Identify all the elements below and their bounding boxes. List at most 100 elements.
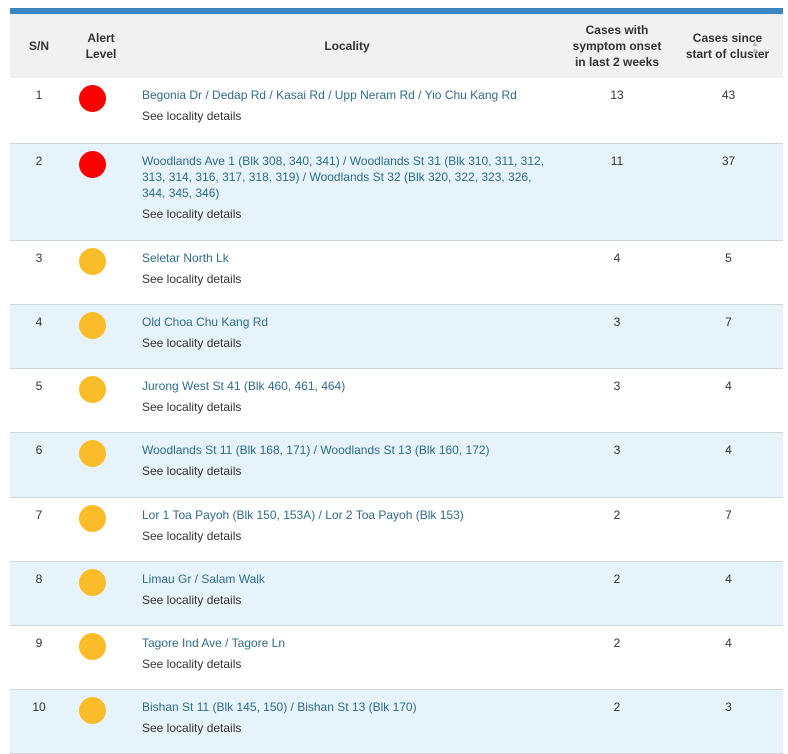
cases-total: 4 [674, 368, 783, 433]
locality-cell: Jurong West St 41 (Blk 460, 461, 464) See… [134, 368, 560, 433]
cases-total: 7 [674, 497, 783, 562]
alert-level-indicator [79, 439, 106, 467]
locality-name: Woodlands Ave 1 (Blk 308, 340, 341) / Wo… [142, 153, 545, 200]
row-sn: 7 [10, 497, 68, 562]
alert-cell [68, 497, 134, 562]
see-locality-details-link[interactable]: See locality details [142, 720, 552, 736]
cases-2-weeks: 3 [560, 304, 674, 369]
cases-total: 4 [674, 432, 783, 498]
locality-cell: Tagore Ind Ave / Tagore Ln See locality d… [134, 625, 560, 690]
cases-2-weeks: 2 [560, 689, 674, 754]
row-sn: 6 [10, 432, 68, 498]
cases-2-weeks: 2 [560, 561, 674, 626]
locality-cell: Begonia Dr / Dedap Rd / Kasai Rd / Upp N… [134, 78, 560, 144]
cases-2-weeks: 3 [560, 432, 674, 498]
alert-cell [68, 432, 134, 498]
header-alert-level[interactable]: Alert Level [68, 14, 134, 78]
row-sn: 10 [10, 689, 68, 754]
cases-2-weeks: 2 [560, 625, 674, 690]
alert-level-indicator [79, 504, 106, 532]
row-sn: 2 [10, 143, 68, 241]
alert-level-indicator [79, 311, 106, 339]
locality-name: Jurong West St 41 (Blk 460, 461, 464) [142, 378, 346, 393]
see-locality-details-link[interactable]: See locality details [142, 271, 552, 287]
alert-cell [68, 561, 134, 626]
row-sn: 4 [10, 304, 68, 369]
see-locality-details-link[interactable]: See locality details [142, 463, 552, 479]
cases-total: 37 [674, 143, 783, 241]
cases-total: 43 [674, 78, 783, 144]
locality-cell: Lor 1 Toa Payoh (Blk 150, 153A) / Lor 2 … [134, 497, 560, 562]
table-row: 5 Jurong West St 41 (Blk 460, 461, 464) Se… [10, 368, 783, 433]
cluster-table-view: S/N Alert Level Locality Cases with symp… [0, 0, 788, 754]
cases-2-weeks: 4 [560, 240, 674, 305]
locality-cell: Bishan St 11 (Blk 145, 150) / Bishan St … [134, 689, 560, 754]
locality-name: Bishan St 11 (Blk 145, 150) / Bishan St … [142, 699, 417, 714]
cases-2-weeks: 2 [560, 497, 674, 562]
see-locality-details-link[interactable]: See locality details [142, 206, 552, 222]
cases-total: 3 [674, 689, 783, 754]
header-cases-total[interactable]: Cases since start of cluster ▲ ▼ [674, 14, 783, 78]
alert-level-indicator [79, 375, 106, 403]
row-sn: 8 [10, 561, 68, 626]
alert-level-indicator [79, 696, 106, 724]
alert-level-indicator [79, 150, 106, 178]
table-row: 9 Tagore Ind Ave / Tagore Ln See locality … [10, 625, 783, 690]
alert-cell [68, 304, 134, 369]
cases-2-weeks: 13 [560, 78, 674, 144]
locality-cell: Old Choa Chu Kang Rd See locality details [134, 304, 560, 369]
table-row: 10 Bishan St 11 (Blk 145, 150) / Bishan S… [10, 689, 783, 754]
alert-cell [68, 689, 134, 754]
locality-cell: Seletar North Lk See locality details [134, 240, 560, 305]
cases-total: 7 [674, 304, 783, 369]
table-row: 3 Seletar North Lk See locality details 4 5 [10, 240, 783, 305]
see-locality-details-link[interactable]: See locality details [142, 656, 552, 672]
table-row: 1 Begonia Dr / Dedap Rd / Kasai Rd / Upp … [10, 78, 783, 144]
cases-total: 5 [674, 240, 783, 305]
locality-name: Woodlands St 11 (Blk 168, 171) / Woodlan… [142, 442, 490, 457]
row-sn: 5 [10, 368, 68, 433]
locality-name: Tagore Ind Ave / Tagore Ln [142, 635, 285, 650]
locality-cell: Woodlands St 11 (Blk 168, 171) / Woodlan… [134, 432, 560, 498]
see-locality-details-link[interactable]: See locality details [142, 399, 552, 415]
alert-cell [68, 78, 134, 144]
table-row: 6 Woodlands St 11 (Blk 168, 171) / Woodla… [10, 432, 783, 498]
locality-name: Old Choa Chu Kang Rd [142, 314, 269, 329]
locality-name: Lor 1 Toa Payoh (Blk 150, 153A) / Lor 2 … [142, 507, 464, 522]
see-locality-details-link[interactable]: See locality details [142, 108, 552, 124]
alert-level-indicator [79, 568, 106, 596]
row-sn: 1 [10, 78, 68, 144]
sort-icon[interactable]: ▲ ▼ [751, 40, 759, 56]
header-locality[interactable]: Locality [134, 14, 560, 78]
alert-cell [68, 368, 134, 433]
table-row: 4 Old Choa Chu Kang Rd See locality detail… [10, 304, 783, 369]
table-header-row: S/N Alert Level Locality Cases with symp… [10, 14, 783, 78]
locality-cell: Limau Gr / Salam Walk See locality detail… [134, 561, 560, 626]
alert-cell [68, 143, 134, 241]
locality-name: Begonia Dr / Dedap Rd / Kasai Rd / Upp N… [142, 88, 517, 102]
locality-cell: Woodlands Ave 1 (Blk 308, 340, 341) / Wo… [134, 143, 560, 241]
table-row: 8 Limau Gr / Salam Walk See locality detai… [10, 561, 783, 626]
locality-name: Seletar North Lk [142, 250, 229, 265]
row-sn: 3 [10, 240, 68, 305]
alert-level-indicator [79, 85, 106, 112]
header-cases-2-weeks[interactable]: Cases with symptom onset in last 2 weeks [560, 14, 674, 78]
table-row: 7 Lor 1 Toa Payoh (Blk 150, 153A) / Lor 2… [10, 497, 783, 562]
cluster-table: S/N Alert Level Locality Cases with symp… [10, 14, 783, 754]
see-locality-details-link[interactable]: See locality details [142, 528, 552, 544]
table-body: 1 Begonia Dr / Dedap Rd / Kasai Rd / Upp … [10, 78, 783, 754]
cases-total: 4 [674, 561, 783, 626]
alert-cell [68, 625, 134, 690]
see-locality-details-link[interactable]: See locality details [142, 592, 552, 608]
see-locality-details-link[interactable]: See locality details [142, 335, 552, 351]
locality-name: Limau Gr / Salam Walk [142, 571, 265, 586]
alert-level-indicator [79, 247, 106, 275]
alert-level-indicator [79, 632, 106, 660]
table-row: 2 Woodlands Ave 1 (Blk 308, 340, 341) / W… [10, 143, 783, 241]
row-sn: 9 [10, 625, 68, 690]
cases-2-weeks: 11 [560, 143, 674, 241]
cases-2-weeks: 3 [560, 368, 674, 433]
header-sn[interactable]: S/N [10, 14, 68, 78]
alert-cell [68, 240, 134, 305]
cases-total: 4 [674, 625, 783, 690]
